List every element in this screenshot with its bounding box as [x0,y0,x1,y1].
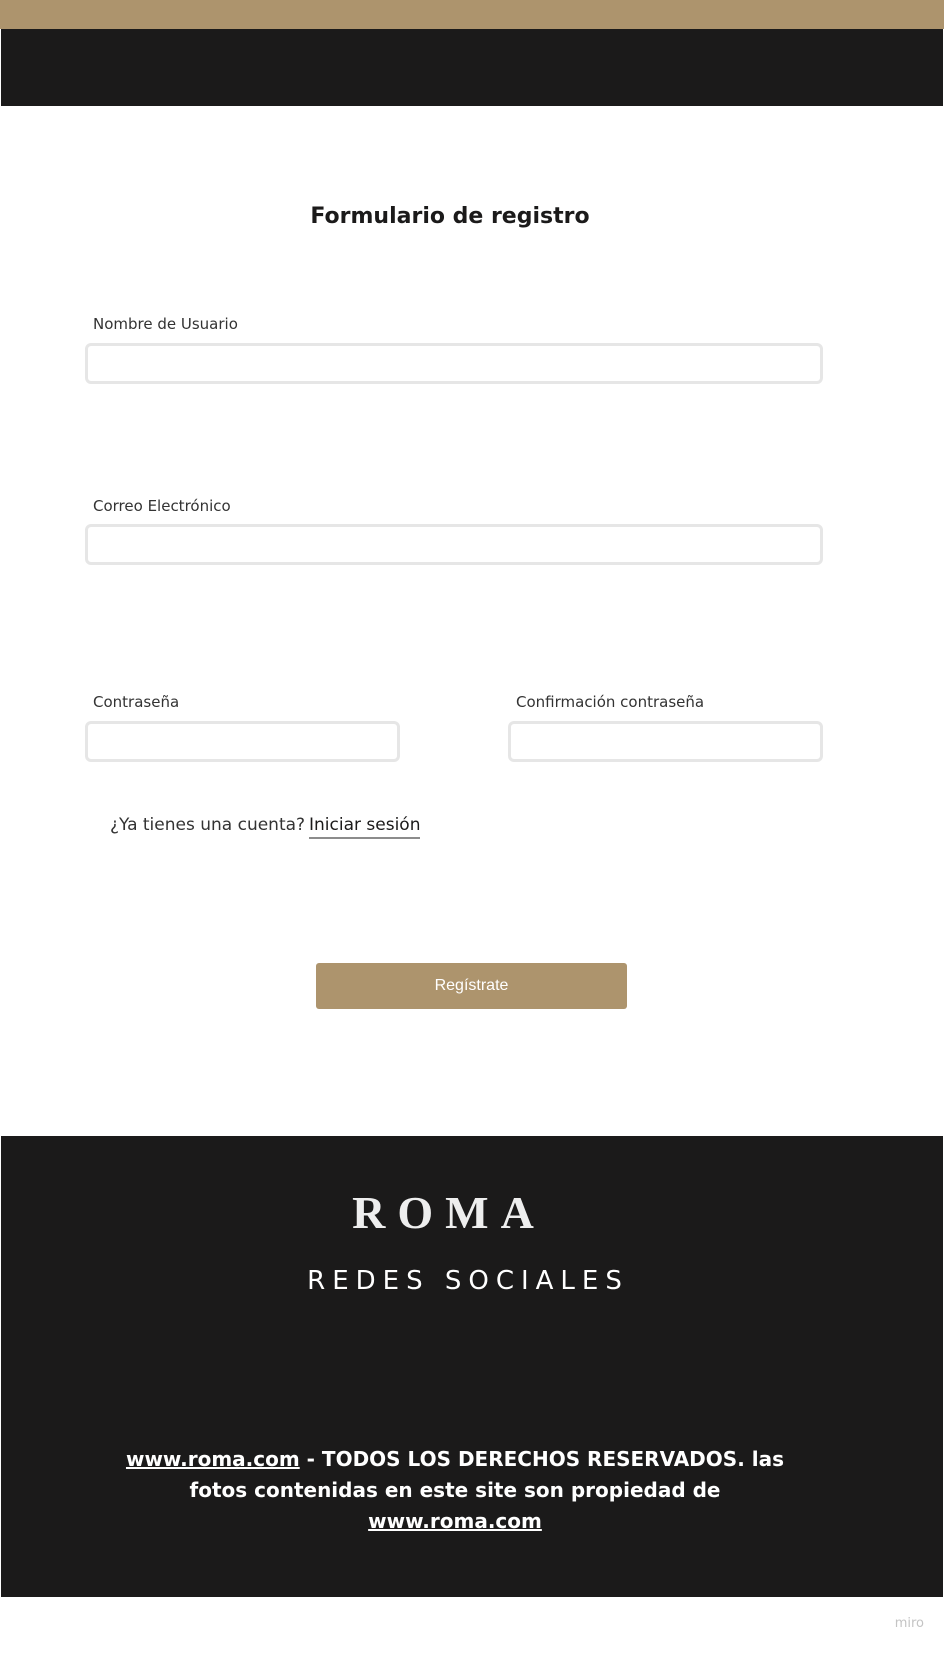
email-label: Correo Electrónico [93,497,231,515]
password-input[interactable] [85,721,400,762]
site-link-2[interactable]: www.roma.com [368,1509,542,1533]
login-link[interactable]: Iniciar sesión [309,815,421,839]
miro-watermark: miro [894,1616,924,1631]
footer-brand-logo: ROMA [352,1187,546,1238]
social-media-heading: REDES SOCIALES [307,1266,629,1296]
have-account-text: ¿Ya tienes una cuenta? [110,815,306,835]
copyright-notice: www.roma.com - TODOS LOS DERECHOS RESERV… [110,1444,800,1537]
header-bar [1,29,943,106]
register-button[interactable]: Regístrate [316,963,627,1009]
confirm-password-input[interactable] [508,721,823,762]
form-title: Formulario de registro [310,204,590,229]
email-input[interactable] [85,524,823,565]
confirm-password-label: Confirmación contraseña [516,693,705,711]
username-input[interactable] [85,343,823,384]
registration-page: Formulario de registro Nombre de Usuario… [0,0,944,1654]
username-label: Nombre de Usuario [93,315,238,333]
top-accent-stripe [0,0,944,29]
site-link[interactable]: www.roma.com [126,1447,300,1471]
password-label: Contraseña [93,693,180,711]
